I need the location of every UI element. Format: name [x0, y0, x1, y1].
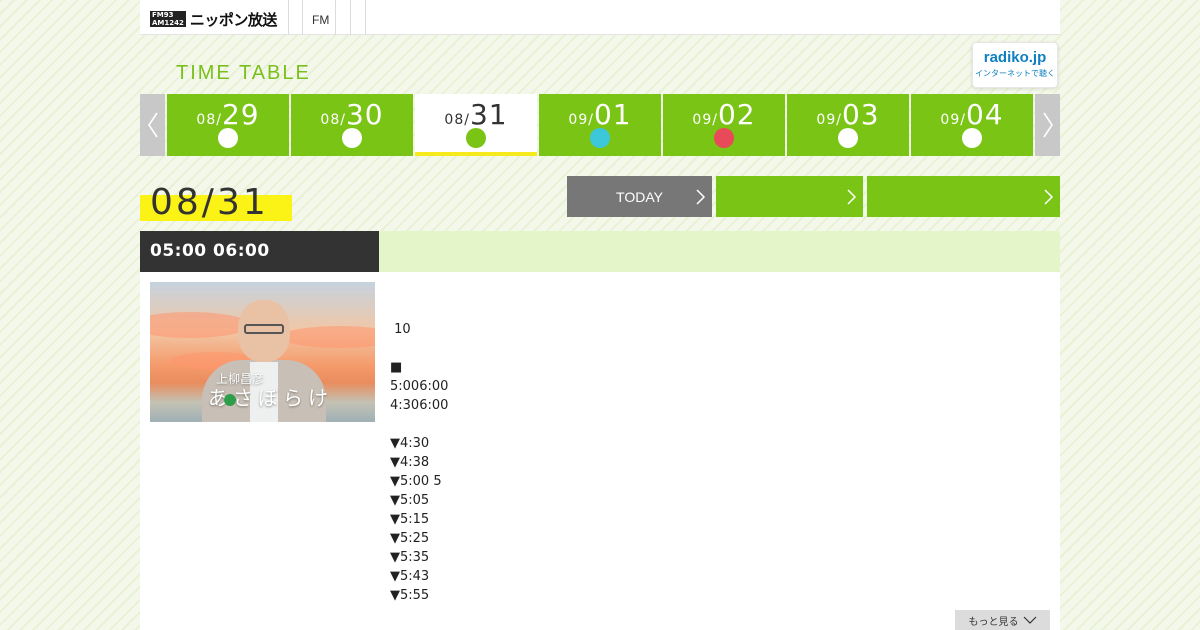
description-line: ▼4:30 [390, 436, 430, 451]
radiko-logo: radiko.jp [983, 49, 1047, 66]
today-button[interactable]: TODAY [567, 176, 712, 217]
program-thumbnail[interactable]: 上柳昌彦 あさぼらけ [150, 282, 375, 422]
current-date: 08/31 [150, 182, 269, 223]
logo-badge-bottom: AM1242 [152, 19, 184, 27]
nippon-housou-logo[interactable]: FM93 AM1242 ニッポン放送 [150, 8, 277, 30]
more-button[interactable]: もっと見る [955, 610, 1050, 630]
date-tab[interactable]: 08/29 [167, 94, 289, 156]
nav-divider [350, 0, 351, 35]
date-tab-month: 08/ [444, 112, 470, 128]
date-tab[interactable]: 08/30 [291, 94, 413, 156]
green-nav-button-wide[interactable] [867, 176, 1060, 217]
date-tab-day: 29 [221, 98, 260, 131]
date-tab[interactable]: 09/01 [539, 94, 661, 156]
date-tab-label: 08/29 [167, 98, 289, 131]
date-tab-label: 08/31 [415, 98, 537, 131]
date-tab[interactable]: 09/03 [787, 94, 909, 156]
description-line: ▼5:55 [390, 588, 430, 603]
description-line [390, 339, 1010, 358]
date-tab-day: 03 [841, 98, 880, 131]
date-tab-day: 31 [469, 98, 508, 131]
date-tab[interactable]: 09/02 [663, 94, 785, 156]
date-status-dot [838, 128, 858, 148]
chevron-right-icon [847, 189, 857, 205]
description-line: 5:006:00 [390, 379, 449, 394]
date-tab-bar: 08/29 08/30 08/31 09/01 09/02 09/03 09/0… [140, 94, 1060, 156]
thumb-cloud [280, 326, 375, 348]
logo-badge-top: FM93 [152, 11, 174, 19]
date-tab-label: 08/30 [291, 98, 413, 131]
nav-item-fm[interactable]: FM [312, 13, 329, 27]
description-line: ▼5:43 [390, 569, 430, 584]
description-line: ▼5:00 5 [390, 474, 442, 489]
date-tab-day: 30 [345, 98, 384, 131]
logo-text: ニッポン放送 [189, 10, 278, 29]
description-line [390, 415, 1010, 434]
nav-divider [335, 0, 336, 35]
nav-divider [365, 0, 366, 35]
chevron-down-icon [1023, 616, 1036, 624]
description-line: 10 [390, 322, 411, 337]
chevron-left-icon [147, 112, 158, 138]
chevron-right-icon [1042, 112, 1053, 138]
date-tab-month: 08/ [196, 112, 222, 128]
date-status-dot [218, 128, 238, 148]
date-status-dot [714, 128, 734, 148]
chevron-right-icon [696, 189, 706, 205]
thumb-cloud [150, 312, 250, 338]
program-description: 10 ■ 5:006:00 4:306:00 ▼4:30 ▼4:38 ▼5:00… [390, 320, 1010, 605]
thumb-dot [224, 394, 236, 406]
description-line: 4:306:00 [390, 398, 449, 413]
thumb-person-glasses [244, 324, 284, 334]
date-tab-month: 08/ [320, 112, 346, 128]
date-tab-label: 09/04 [911, 98, 1033, 131]
date-tab-label: 09/01 [539, 98, 661, 131]
description-line: ▼5:05 [390, 493, 430, 508]
date-tab-month: 09/ [816, 112, 842, 128]
radiko-button[interactable]: radiko.jp インターネットで聴く [972, 42, 1058, 88]
date-tab-month: 09/ [940, 112, 966, 128]
nav-divider [302, 0, 303, 35]
date-tab-label: 09/03 [787, 98, 909, 131]
radiko-subtitle: インターネットで聴く [975, 69, 1055, 78]
date-tab-day: 02 [717, 98, 756, 131]
more-button-label: もっと見る [968, 616, 1019, 628]
program-title-bar [379, 231, 1060, 272]
date-tab-active[interactable]: 08/31 [415, 94, 537, 156]
green-nav-button[interactable] [716, 176, 863, 217]
description-line: ▼5:15 [390, 512, 430, 527]
date-status-dot [962, 128, 982, 148]
date-tab-label: 09/02 [663, 98, 785, 131]
date-status-dot [466, 128, 486, 148]
description-line: ▼5:25 [390, 531, 430, 546]
date-tab-day: 01 [593, 98, 632, 131]
top-nav-bar: FM93 AM1242 ニッポン放送 FM [140, 0, 1060, 35]
date-status-dot [342, 128, 362, 148]
date-tab-month: 09/ [568, 112, 594, 128]
description-line: ■ [390, 360, 403, 375]
date-status-dot [590, 128, 610, 148]
chevron-right-icon [1044, 189, 1054, 205]
program-time: 05:00 06:00 [140, 231, 379, 272]
program-detail: 上柳昌彦 あさぼらけ 10 ■ 5:006:00 4:306:00 ▼4:30 … [140, 272, 1060, 630]
date-tab[interactable]: 09/04 [911, 94, 1033, 156]
description-line: ▼4:38 [390, 455, 430, 470]
logo-badge: FM93 AM1242 [150, 11, 186, 27]
next-week-button[interactable] [1035, 94, 1060, 156]
page-title: TIME TABLE [176, 62, 311, 84]
today-button-label: TODAY [616, 188, 663, 205]
description-line: ▼5:35 [390, 550, 430, 565]
prev-week-button[interactable] [140, 94, 165, 156]
date-tab-month: 09/ [692, 112, 718, 128]
date-tab-day: 04 [965, 98, 1004, 131]
nav-divider [288, 0, 289, 35]
